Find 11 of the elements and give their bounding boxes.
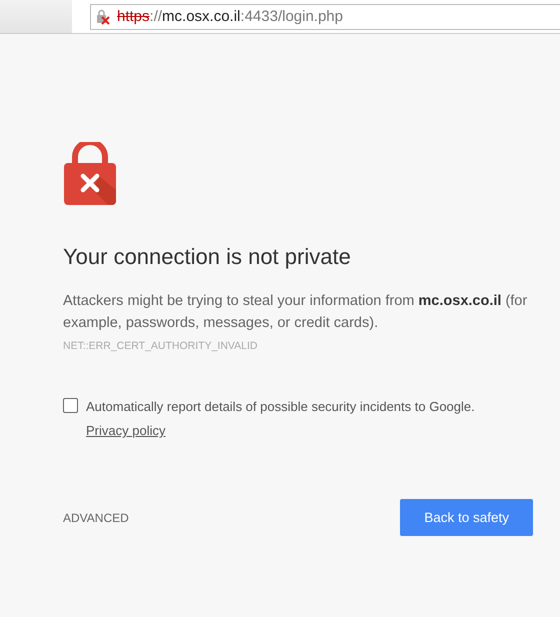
error-code: NET::ERR_CERT_AUTHORITY_INVALID [63,340,258,352]
explanation-text: Attackers might be trying to steal your information from mc.osx.co.il (for example, passwords, messages, or credit cards). [63,292,528,333]
report-checkbox[interactable] [63,398,78,413]
url-text: https://mc.osx.co.il:4433/login.php [117,8,343,25]
address-field[interactable]: https://mc.osx.co.il:4433/login.php [90,4,560,30]
advanced-link[interactable]: ADVANCED [63,510,129,524]
page-heading: Your connection is not private [63,244,352,270]
back-to-safety-button[interactable]: Back to safety [400,499,533,536]
lock-error-icon [63,142,117,206]
privacy-policy-link[interactable]: Privacy policy [86,423,166,438]
report-text: Automatically report details of possible security incidents to Google. Privacy policy [86,398,476,440]
